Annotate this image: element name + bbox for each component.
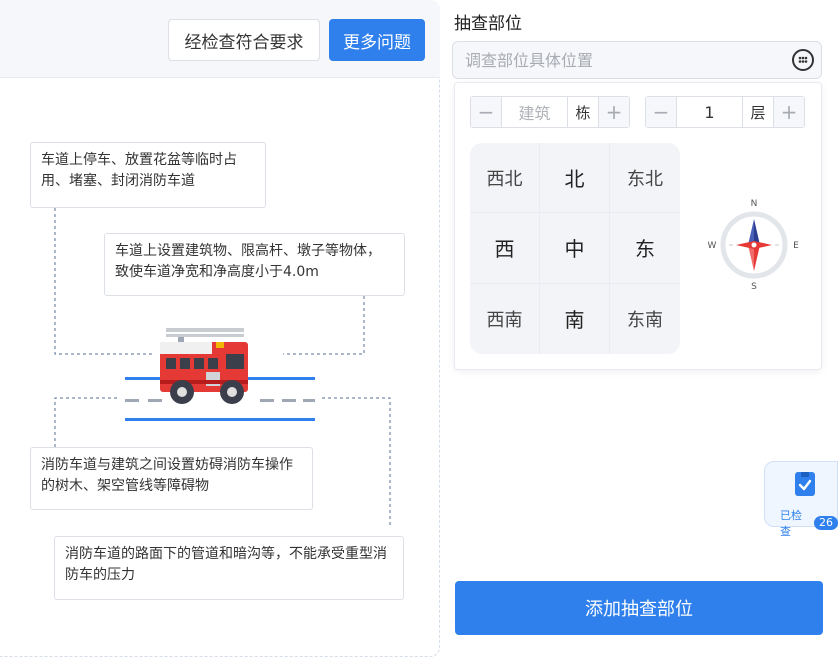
floor-minus-button[interactable]: −	[646, 97, 676, 127]
direction-grid: 西北 北 东北 西 中 东 西南 南 东南	[470, 143, 680, 354]
checked-text: 已检查	[780, 509, 802, 538]
direction-north[interactable]: 北	[540, 143, 610, 214]
issue-note: 消防车道与建筑之间设置妨碍消防车操作的树木、架空管线等障碍物	[30, 447, 313, 510]
building-unit: 栋	[568, 97, 599, 127]
direction-center[interactable]: 中	[540, 213, 610, 284]
direction-east[interactable]: 东	[610, 213, 680, 284]
checked-count: 26	[814, 516, 838, 530]
direction-southwest[interactable]: 西南	[470, 283, 540, 354]
building-stepper: − 建筑 栋 +	[470, 96, 630, 128]
location-input[interactable]	[452, 41, 822, 79]
floor-stepper: − 1 层 +	[645, 96, 805, 128]
compass-n-label: N	[751, 199, 758, 209]
keypad-icon[interactable]	[792, 49, 814, 71]
checked-label: 已检查 26	[780, 507, 838, 539]
direction-southeast[interactable]: 东南	[610, 284, 680, 354]
issue-note: 车道上停车、放置花盆等临时占用、堵塞、封闭消防车道	[30, 142, 266, 208]
section-title: 抽查部位	[454, 14, 522, 34]
fire-truck-illustration	[125, 328, 315, 421]
direction-south[interactable]: 南	[540, 283, 610, 354]
floor-plus-button[interactable]: +	[774, 97, 804, 127]
building-plus-button[interactable]: +	[599, 97, 629, 127]
building-minus-button[interactable]: −	[471, 97, 501, 127]
issue-note: 消防车道的路面下的管道和暗沟等，不能承受重型消防车的压力	[54, 536, 404, 600]
direction-northwest[interactable]: 西北	[470, 143, 540, 214]
compass-s-label: S	[751, 282, 757, 292]
direction-west[interactable]: 西	[470, 213, 540, 284]
compass-e-label: E	[793, 241, 799, 251]
direction-northeast[interactable]: 东北	[610, 143, 680, 214]
issue-note: 车道上设置建筑物、限高杆、墩子等物体，致使车道净宽和净高度小于4.0m	[104, 233, 405, 296]
floor-unit: 层	[743, 97, 774, 127]
compass-w-label: W	[708, 241, 717, 251]
add-location-button[interactable]: 添加抽查部位	[455, 581, 823, 635]
clipboard-check-icon	[795, 472, 815, 496]
floor-value[interactable]: 1	[676, 97, 743, 127]
compass-icon: N S W E	[708, 199, 799, 292]
building-value[interactable]: 建筑	[501, 97, 568, 127]
